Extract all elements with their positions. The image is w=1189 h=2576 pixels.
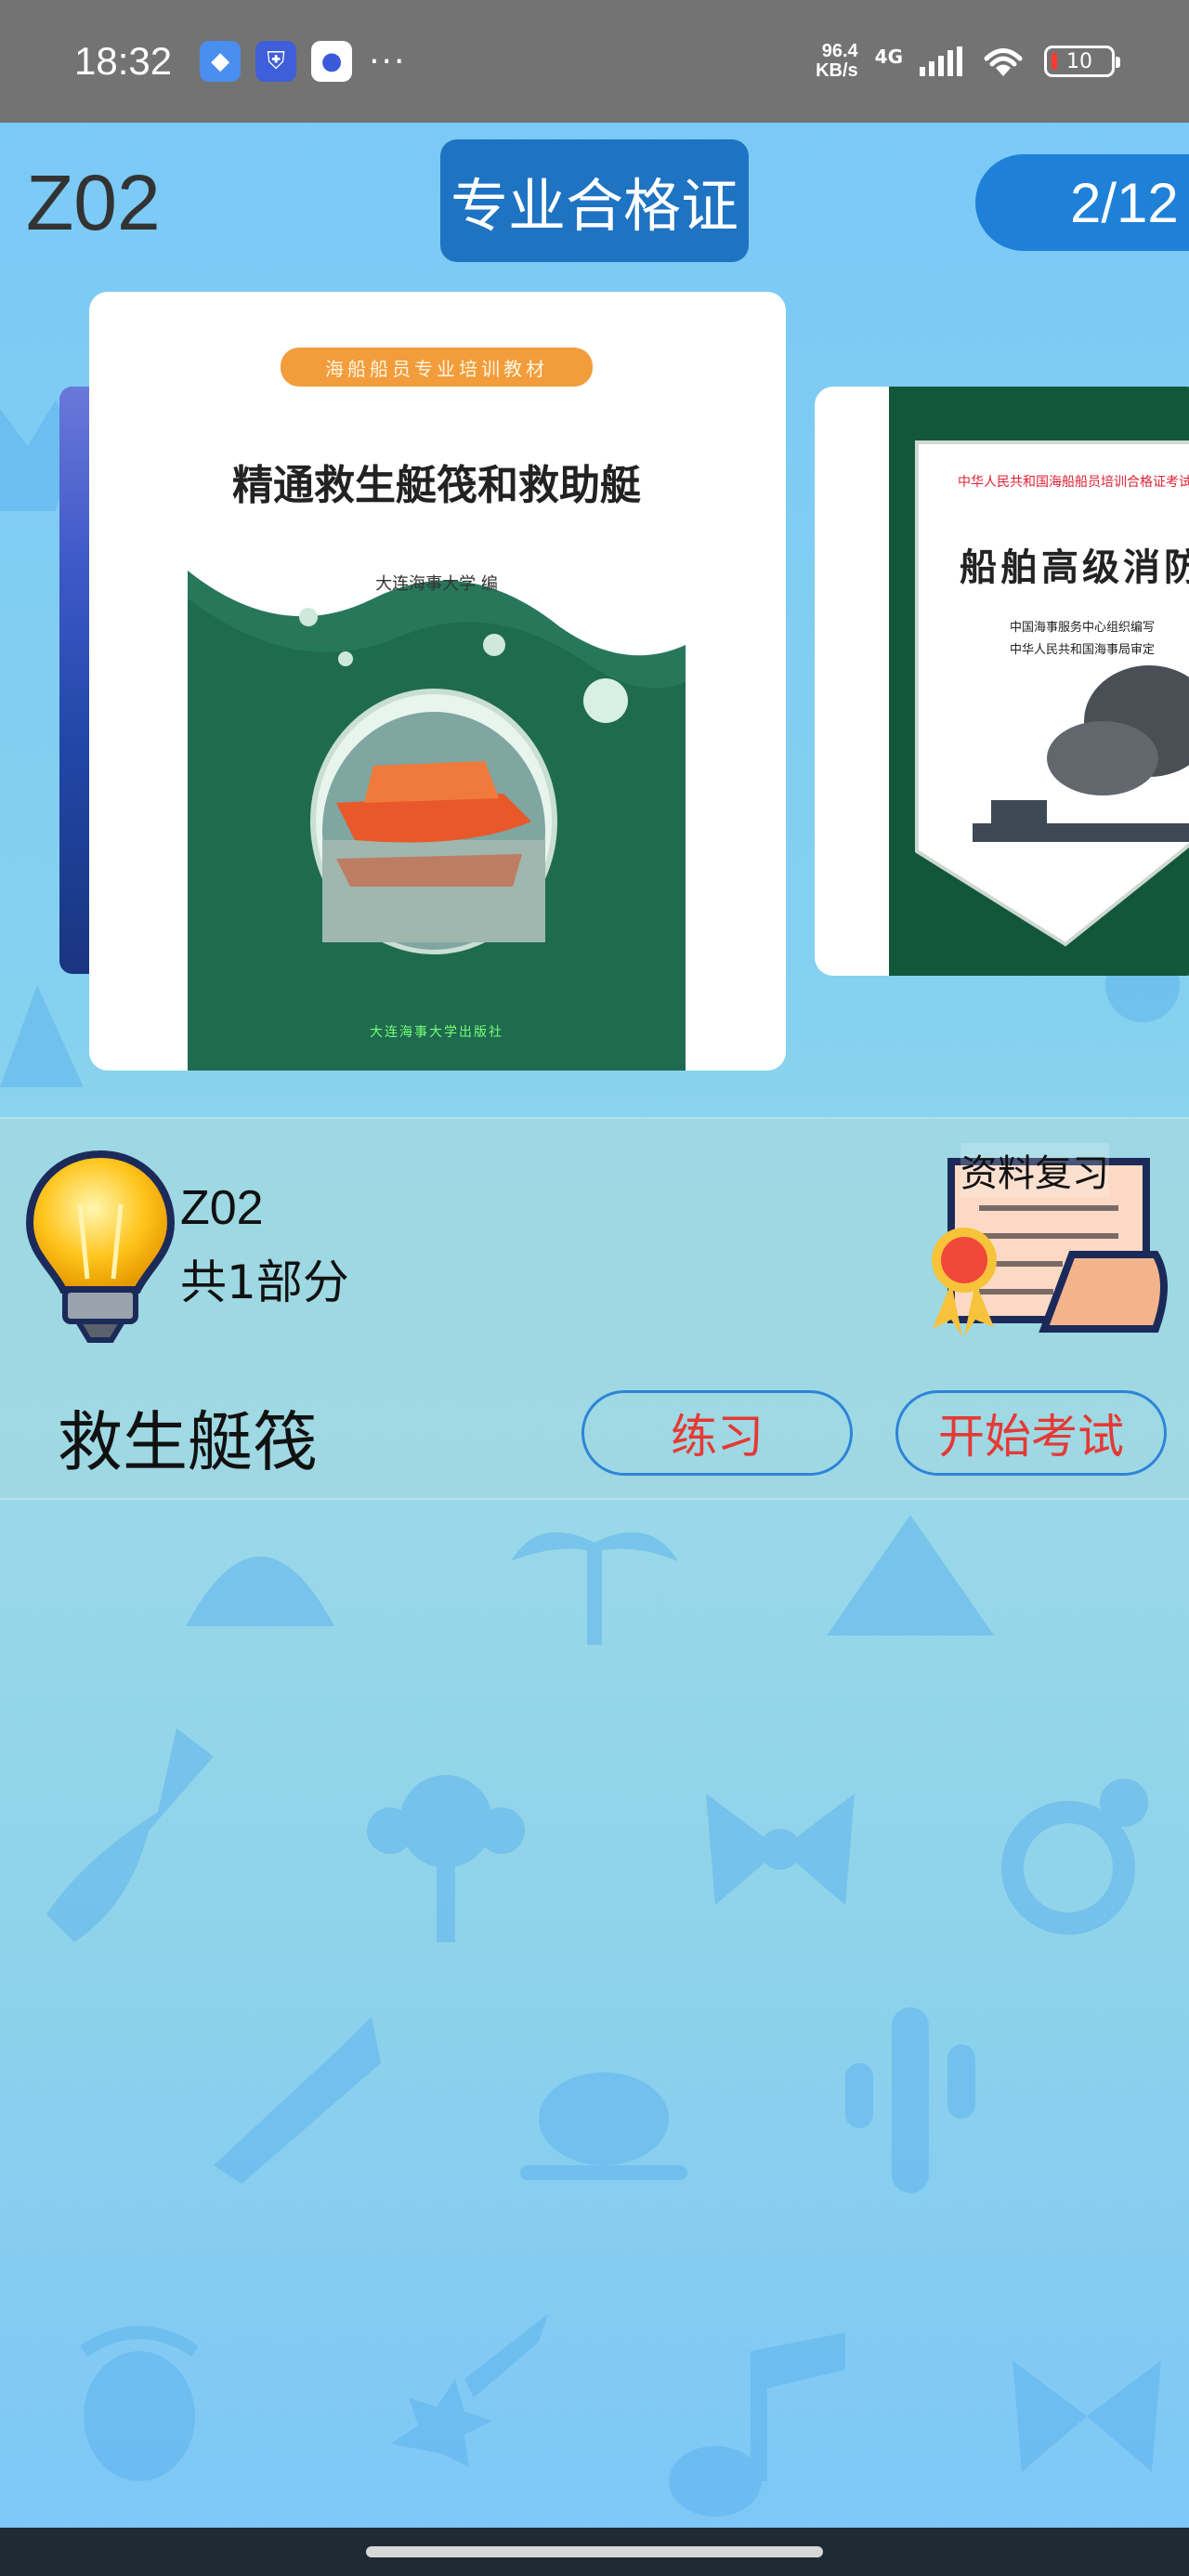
practice-button[interactable]: 练习 <box>581 1390 853 1476</box>
status-app-icons: ◆ ⛨ ● <box>200 41 353 82</box>
pyramid-silhouette-icon <box>827 1515 994 1636</box>
status-bar: 18:32 ◆ ⛨ ● ··· 96.4 KB/s 4G 10 <box>0 0 1189 123</box>
pyramid-silhouette-icon <box>0 985 84 1087</box>
battery-icon: 10 <box>1044 46 1120 77</box>
next-book-subtitle-1: 中国海事服务中心组织编写 <box>1010 621 1156 635</box>
next-book-subtitle-2: 中华人民共和国海事局审定 <box>1010 643 1156 657</box>
network-speed: 96.4 KB/s <box>816 42 858 81</box>
music-note-silhouette-icon <box>669 2333 845 2517</box>
circle-app-icon: ● <box>311 41 353 82</box>
book-title: 精通救生艇筏和救助艇 <box>232 462 641 509</box>
book-publisher: 大连海事大学出版社 <box>370 1025 503 1040</box>
book-cover-image: 海船船员专业培训教材 精通救生艇筏和救助艇 大连海事大学 编 大连海事大学出版社 <box>188 292 686 1071</box>
shooting-star-silhouette-icon <box>390 2314 548 2467</box>
firework-silhouette-icon <box>214 2017 381 2184</box>
status-time: 18:32 <box>74 39 173 83</box>
book-series-banner: 海船船员专业培训教材 <box>281 348 593 387</box>
ornament-silhouette-icon <box>367 1775 525 1942</box>
next-book-series-banner: 中华人民共和国海船船员培训合格证考试培训教材 <box>954 470 1189 493</box>
certificate-code-title: Z02 <box>26 159 161 246</box>
teapot-silhouette-icon <box>520 2072 687 2180</box>
bow-silhouette-icon <box>1013 2360 1161 2472</box>
next-book-cover[interactable]: 中华人民共和国海船船员培训合格证考试培训教材 船舶高级消防 中国海事服务中心组织… <box>815 387 1189 976</box>
bottle-silhouette-icon <box>46 1728 214 1942</box>
start-exam-button[interactable]: 开始考试 <box>895 1390 1167 1476</box>
shield-app-icon: ⛨ <box>255 41 297 82</box>
signal-icon <box>920 46 962 76</box>
wifi-icon <box>984 48 1023 76</box>
status-indicators: 96.4 KB/s 4G 10 <box>816 42 1120 81</box>
bow-silhouette-icon <box>706 1794 855 1905</box>
certificate-code: Z02 <box>180 1181 264 1235</box>
review-materials-label[interactable]: 资料复习 <box>960 1143 1109 1197</box>
shell-silhouette-icon <box>186 1557 334 1626</box>
navigation-bar <box>0 2528 1189 2576</box>
book-author: 大连海事大学 编 <box>375 574 498 594</box>
ring-silhouette-icon <box>1001 1779 1148 1935</box>
next-book-cover-image: 中华人民共和国海船船员培训合格证考试培训教材 船舶高级消防 中国海事服务中心组织… <box>889 387 1189 976</box>
beetle-silhouette-icon <box>80 2326 199 2481</box>
network-type: 4G <box>874 46 903 68</box>
more-notifications-icon: ··· <box>369 42 407 81</box>
palm-silhouette-icon <box>511 1531 678 1645</box>
battery-level: 10 <box>1066 49 1092 73</box>
network-speed-value: 96.4 <box>821 41 858 61</box>
home-indicator[interactable] <box>366 2546 823 2557</box>
page-indicator: 2/12 <box>975 154 1189 251</box>
diamond-app-icon: ◆ <box>200 41 242 82</box>
category-button[interactable]: 专业合格证 <box>440 139 749 262</box>
part-name: 救生艇筏 <box>58 1404 318 1480</box>
network-speed-unit: KB/s <box>816 60 858 81</box>
parts-count: 共1部分 <box>180 1255 349 1309</box>
lightbulb-icon <box>26 1150 175 1343</box>
cactus-silhouette-icon <box>845 2007 975 2193</box>
next-book-title: 船舶高级消防 <box>960 546 1189 589</box>
current-book-cover[interactable]: 海船船员专业培训教材 精通救生艇筏和救助艇 大连海事大学 编 大连海事大学出版社 <box>89 292 786 1071</box>
